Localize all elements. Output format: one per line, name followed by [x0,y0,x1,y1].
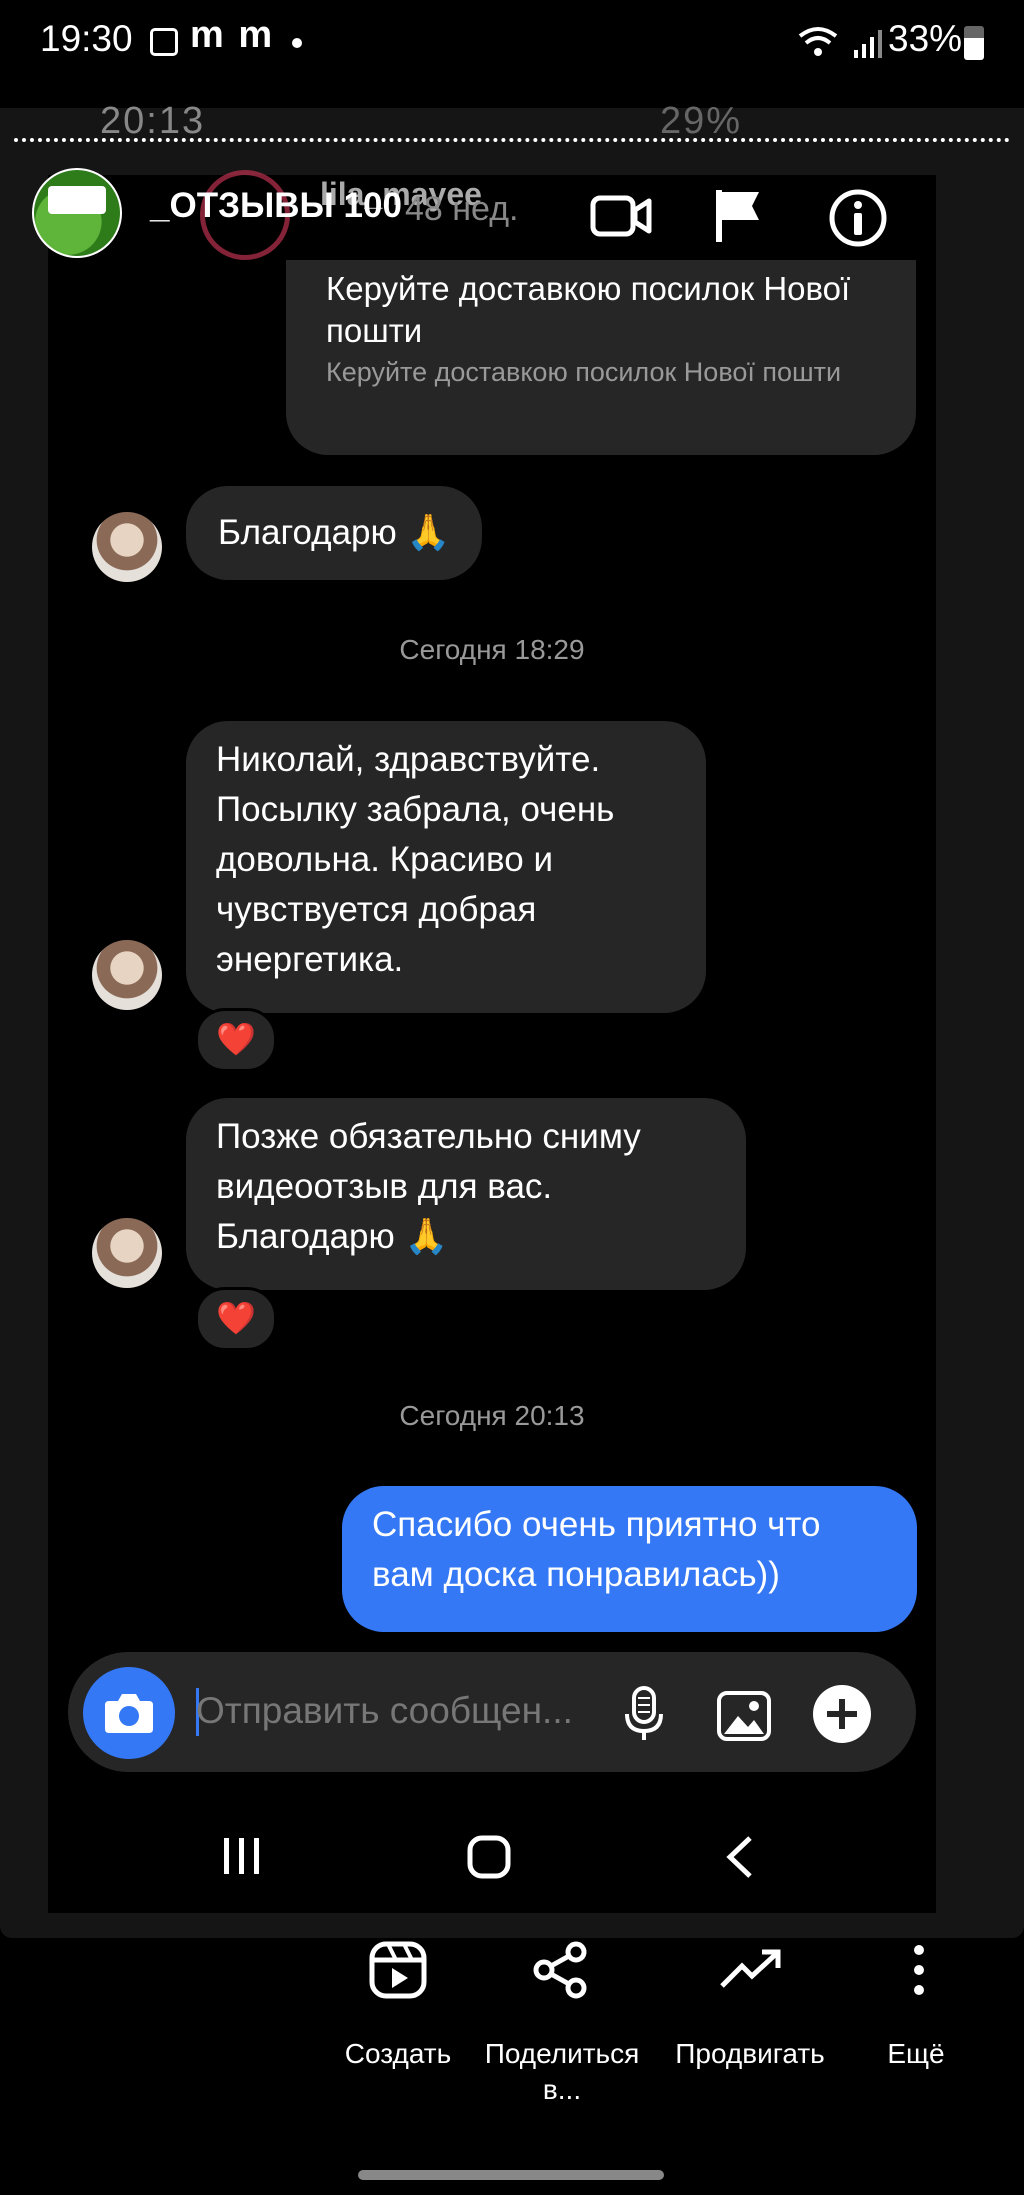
battery-percent: 33% [888,18,963,59]
recent-apps-icon [224,1838,259,1874]
sender-avatar [92,940,162,1010]
message-timestamp: Сегодня 20:13 [399,1400,585,1431]
share-icon[interactable] [528,1938,592,2002]
reels-icon[interactable] [366,1938,430,2002]
background-status-battery: 29% [660,100,743,142]
message-bubble-outgoing: Спасибо очень приятно что вам доска понр… [342,1486,917,1632]
message-bubble-incoming: Позже обязательно сниму видеоотзыв для в… [186,1098,746,1290]
sender-avatar [92,512,162,582]
story-progress-divider [14,138,1010,142]
status-time: 19:30 [40,18,133,59]
forwarded-card-title: Керуйте доставкою посилок Нової пошти [326,270,851,349]
share-action[interactable]: Поделиться в... [462,2036,662,2108]
background-status-time: 20:13 [100,100,206,142]
more-action[interactable]: Ещё [816,2036,1016,2072]
more-vertical-icon[interactable] [887,1938,951,2002]
wifi-signal-icon [798,27,882,58]
story-avatar-note [48,186,106,214]
gallery-notification-icon [150,28,178,56]
battery-icon [964,26,984,60]
story-time: 48 нед. [405,190,519,228]
heart-reaction: ❤️ [195,1008,277,1072]
flag-icon[interactable] [714,186,764,244]
home-icon [467,1835,511,1879]
info-icon[interactable] [828,188,888,248]
message-input[interactable]: Отправить сообщен... [196,1690,596,1732]
trending-icon[interactable] [718,1938,782,2002]
camera-button[interactable] [83,1667,175,1759]
message-bubble-incoming: Благодарю 🙏 [186,486,483,580]
plus-button[interactable] [812,1684,872,1744]
notification-dot-icon [292,38,302,48]
home-indicator[interactable] [358,2170,664,2180]
microphone-icon[interactable] [624,1686,664,1742]
gallery-icon[interactable] [716,1690,772,1742]
back-icon [726,1836,752,1878]
heart-reaction: ❤️ [195,1287,277,1351]
sender-avatar [92,1218,162,1288]
message-timestamp: Сегодня 18:29 [399,634,585,665]
camera-icon [105,1694,153,1733]
message-bubble-incoming: Николай, здравствуйте. Посылку забрала, … [186,721,706,1013]
story-title[interactable]: _ОТЗЫВЫ 100 [150,186,402,226]
story-avatar[interactable] [32,168,122,258]
forwarded-card-subtitle: Керуйте доставкою посилок Нової пошти [326,357,842,387]
video-call-icon[interactable] [590,192,652,240]
notification-marks: m m [190,14,275,56]
